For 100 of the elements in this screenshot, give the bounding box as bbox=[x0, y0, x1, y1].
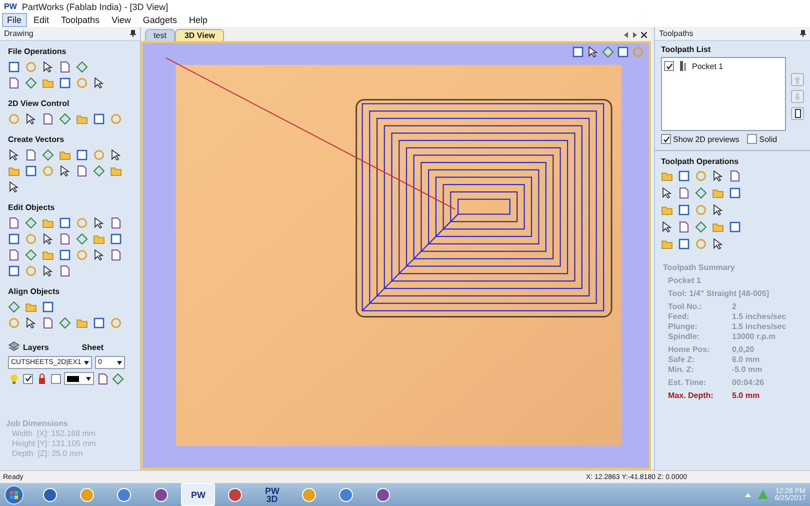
menu-item[interactable]: Gadgets bbox=[138, 13, 182, 27]
color-dropdown[interactable] bbox=[64, 372, 94, 385]
arrow-icon[interactable] bbox=[712, 238, 724, 250]
arrow-icon[interactable] bbox=[42, 265, 54, 277]
checkbox[interactable] bbox=[661, 134, 671, 144]
square-icon[interactable] bbox=[59, 77, 71, 89]
arrow-icon[interactable] bbox=[93, 249, 105, 261]
square-icon[interactable] bbox=[42, 301, 54, 313]
toolpath-item[interactable]: Pocket 1 bbox=[692, 62, 724, 70]
arrow-icon[interactable] bbox=[25, 317, 37, 329]
lock-icon[interactable] bbox=[36, 372, 48, 384]
page-icon[interactable] bbox=[59, 265, 71, 277]
arrow-icon[interactable] bbox=[93, 217, 105, 229]
toolpath-name: Pocket 1 bbox=[667, 276, 702, 285]
start-button[interactable] bbox=[4, 484, 24, 504]
diamond-icon[interactable] bbox=[25, 77, 37, 89]
section-title: 2D View Control bbox=[8, 99, 70, 108]
menu-item[interactable]: View bbox=[106, 13, 136, 27]
page-icon[interactable] bbox=[678, 221, 690, 233]
visible-checkbox[interactable] bbox=[23, 374, 33, 384]
menu-item[interactable]: Edit bbox=[28, 13, 54, 27]
square-icon[interactable] bbox=[617, 46, 629, 58]
arrow-icon[interactable] bbox=[93, 77, 105, 89]
square-icon[interactable] bbox=[59, 249, 71, 261]
diamond-icon[interactable] bbox=[59, 113, 71, 125]
square-icon[interactable] bbox=[93, 317, 105, 329]
diamond-icon[interactable] bbox=[42, 149, 54, 161]
square-icon[interactable] bbox=[8, 233, 20, 245]
app-logo: PW bbox=[4, 2, 17, 11]
right-arrow-icon[interactable] bbox=[632, 32, 638, 38]
view-tab[interactable]: 3D View bbox=[175, 29, 224, 41]
arrow-icon[interactable] bbox=[42, 61, 54, 73]
diamond-icon[interactable] bbox=[59, 317, 71, 329]
pin-icon[interactable] bbox=[800, 30, 806, 37]
square-icon[interactable] bbox=[678, 238, 690, 250]
page-icon[interactable] bbox=[8, 249, 20, 261]
job-dimension: Depth [Z]: 25.0 mm bbox=[11, 449, 84, 458]
diamond-icon[interactable] bbox=[76, 61, 88, 73]
checkbox[interactable] bbox=[747, 134, 758, 144]
summary-value: 0,0,20 bbox=[732, 345, 756, 354]
square-icon[interactable] bbox=[678, 204, 690, 216]
page-icon[interactable] bbox=[110, 217, 122, 229]
close-icon[interactable] bbox=[641, 32, 647, 38]
square-icon[interactable] bbox=[59, 217, 71, 229]
square-icon[interactable] bbox=[8, 265, 20, 277]
square-icon[interactable] bbox=[8, 61, 20, 73]
arrow-icon[interactable] bbox=[661, 221, 673, 233]
3d-view[interactable] bbox=[140, 41, 651, 470]
square-icon[interactable] bbox=[729, 221, 741, 233]
diamond-icon[interactable] bbox=[695, 221, 707, 233]
diamond-icon[interactable] bbox=[25, 217, 37, 229]
device-button[interactable] bbox=[791, 107, 804, 120]
diamond-icon[interactable] bbox=[76, 233, 88, 245]
arrow-icon[interactable] bbox=[712, 204, 724, 216]
arrow-icon[interactable] bbox=[25, 113, 37, 125]
square-icon[interactable] bbox=[678, 170, 690, 182]
menu-item[interactable]: Toolpaths bbox=[56, 13, 105, 27]
page-icon[interactable] bbox=[729, 170, 741, 182]
panel-title: Drawing bbox=[4, 29, 34, 38]
page-icon[interactable] bbox=[110, 249, 122, 261]
pin-icon[interactable] bbox=[130, 30, 136, 37]
page-icon[interactable] bbox=[8, 217, 20, 229]
diamond-icon[interactable] bbox=[695, 187, 707, 199]
diamond-icon[interactable] bbox=[93, 165, 105, 177]
page-icon[interactable] bbox=[59, 61, 71, 73]
summary-label: Safe Z: bbox=[668, 355, 696, 364]
arrow-icon[interactable] bbox=[8, 181, 20, 193]
diamond-icon[interactable] bbox=[25, 249, 37, 261]
square-icon[interactable] bbox=[76, 149, 88, 161]
arrow-icon[interactable] bbox=[59, 165, 71, 177]
page-icon[interactable] bbox=[76, 165, 88, 177]
left-arrow-icon[interactable] bbox=[623, 32, 629, 38]
square-icon[interactable] bbox=[110, 233, 122, 245]
diamond-icon[interactable] bbox=[112, 372, 124, 384]
taskbar-button[interactable]: PW 3D bbox=[255, 483, 289, 506]
menu-item[interactable]: File bbox=[2, 13, 27, 27]
square-icon[interactable] bbox=[25, 165, 37, 177]
page-icon[interactable] bbox=[97, 372, 109, 384]
page-icon[interactable] bbox=[8, 77, 20, 89]
bulb-icon[interactable] bbox=[8, 372, 20, 384]
diamond-icon[interactable] bbox=[8, 301, 20, 313]
view-tab[interactable]: test bbox=[144, 29, 176, 41]
checkbox[interactable] bbox=[664, 61, 674, 71]
arrow-icon[interactable] bbox=[712, 170, 724, 182]
arrow-icon[interactable] bbox=[8, 149, 20, 161]
page-icon[interactable] bbox=[25, 149, 37, 161]
arrow-icon[interactable] bbox=[110, 149, 122, 161]
arrow-icon[interactable] bbox=[661, 187, 673, 199]
page-icon[interactable] bbox=[42, 317, 54, 329]
arrow-icon[interactable] bbox=[42, 233, 54, 245]
page-icon[interactable] bbox=[678, 187, 690, 199]
square-icon[interactable] bbox=[93, 113, 105, 125]
lock-checkbox[interactable] bbox=[51, 374, 61, 384]
square-icon[interactable] bbox=[729, 187, 741, 199]
arrow-icon[interactable] bbox=[587, 46, 599, 58]
taskbar-button[interactable]: PW bbox=[181, 483, 215, 506]
menu-item[interactable]: Help bbox=[184, 13, 212, 27]
page-icon[interactable] bbox=[42, 113, 54, 125]
page-icon[interactable] bbox=[59, 233, 71, 245]
square-icon[interactable] bbox=[572, 46, 584, 58]
